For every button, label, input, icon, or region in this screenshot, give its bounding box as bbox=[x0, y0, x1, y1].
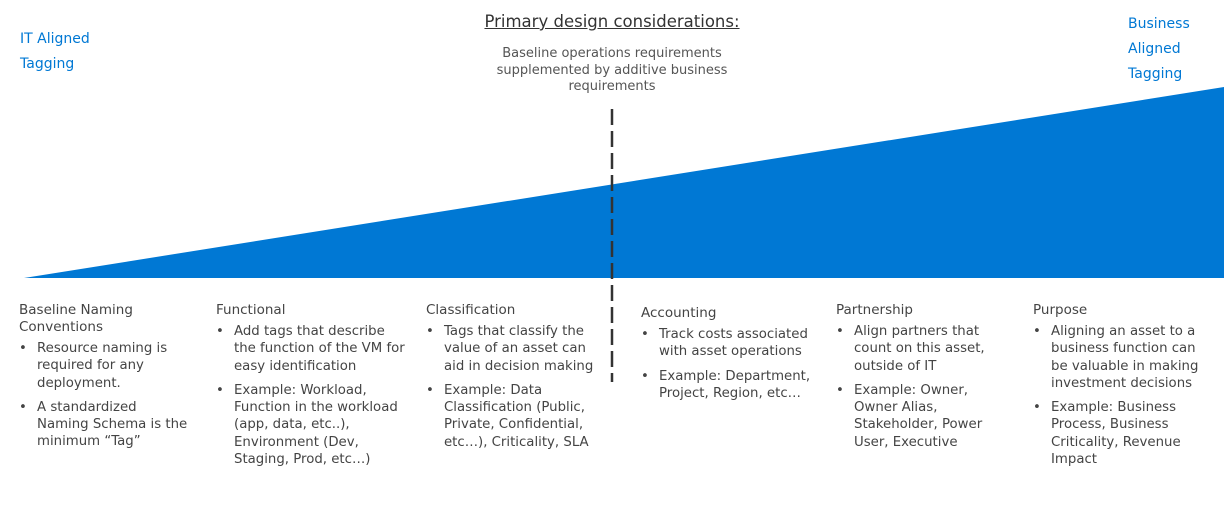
bullet-text: Resource naming is required for any depl… bbox=[37, 341, 168, 391]
bullet-icon: • bbox=[19, 399, 27, 415]
bullet-text: Track costs associated with asset operat… bbox=[659, 327, 808, 360]
bullet-text: Aligning an asset to a business function… bbox=[1051, 324, 1199, 391]
bullet-icon: • bbox=[426, 324, 434, 339]
column-heading: Classification bbox=[426, 302, 516, 318]
bullet-icon: • bbox=[19, 341, 27, 356]
bullet-icon: • bbox=[1033, 400, 1041, 416]
bullet-text: Example: Department, Project, Region, et… bbox=[659, 368, 811, 401]
diagram-subtitle: Baseline operations requirements supplem… bbox=[496, 46, 728, 94]
business-aligned-tagging-label: Business Aligned Tagging bbox=[1128, 12, 1190, 87]
bullet-icon: • bbox=[216, 382, 224, 398]
bullet-icon: • bbox=[836, 324, 844, 339]
bullet-text: Example: Owner, Owner Alias, Stakeholder… bbox=[854, 382, 983, 450]
label-line: IT Aligned bbox=[20, 31, 90, 47]
list-item: • Resource naming is required for any dep… bbox=[19, 340, 189, 392]
bullet-icon: • bbox=[426, 382, 434, 398]
bullet-text: Add tags that describe the function of t… bbox=[234, 324, 405, 374]
list-item: • Example: Data Classification (Public, P… bbox=[426, 382, 601, 451]
bullet-text: A standardized Naming Schema is the mini… bbox=[37, 399, 188, 450]
label-line: Aligned bbox=[1128, 41, 1181, 57]
bullet-text: Tags that classify the value of an asset… bbox=[444, 324, 594, 374]
list-item: • Align partners that count on this asset… bbox=[836, 323, 1001, 375]
bullet-text: Example: Workload, Function in the workl… bbox=[234, 382, 398, 468]
column-accounting: Accounting • Track costs associated with … bbox=[641, 305, 816, 409]
label-line: Tagging bbox=[1128, 66, 1183, 82]
bullet-icon: • bbox=[216, 324, 224, 339]
bullet-icon: • bbox=[836, 382, 844, 398]
list-item: • Track costs associated with asset opera… bbox=[641, 326, 816, 361]
column-heading: Functional bbox=[216, 302, 286, 318]
column-baseline-naming: Baseline Naming Conventions • Resource na… bbox=[19, 302, 189, 458]
list-item: • Add tags that describe the function of … bbox=[216, 323, 406, 375]
column-heading: Baseline Naming Conventions bbox=[19, 302, 133, 335]
list-item: • Tags that classify the value of an asse… bbox=[426, 323, 601, 375]
list-item: • Aligning an asset to a business functio… bbox=[1033, 323, 1211, 392]
bullet-text: Example: Business Process, Business Crit… bbox=[1051, 400, 1181, 468]
list-item: • A standardized Naming Schema is the min… bbox=[19, 399, 189, 451]
bullet-icon: • bbox=[641, 327, 649, 342]
bullet-text: Example: Data Classification (Public, Pr… bbox=[444, 382, 589, 450]
column-partnership: Partnership • Align partners that count o… bbox=[836, 302, 1001, 458]
list-item: • Example: Workload, Function in the work… bbox=[216, 382, 406, 468]
column-purpose: Purpose • Aligning an asset to a business… bbox=[1033, 302, 1211, 475]
list-item: • Example: Business Process, Business Cri… bbox=[1033, 399, 1211, 468]
column-heading: Partnership bbox=[836, 302, 913, 318]
it-aligned-tagging-label: IT Aligned Tagging bbox=[20, 27, 90, 77]
label-line: Business bbox=[1128, 16, 1190, 32]
column-classification: Classification • Tags that classify the v… bbox=[426, 302, 601, 458]
column-functional: Functional • Add tags that describe the f… bbox=[216, 302, 406, 475]
it-to-business-wedge bbox=[24, 87, 1224, 278]
column-heading: Purpose bbox=[1033, 302, 1088, 318]
bullet-icon: • bbox=[1033, 324, 1041, 339]
diagram-title: Primary design considerations: bbox=[484, 12, 740, 31]
list-item: • Example: Owner, Owner Alias, Stakeholde… bbox=[836, 382, 1001, 451]
column-heading: Accounting bbox=[641, 305, 717, 321]
bullet-text: Align partners that count on this asset,… bbox=[854, 324, 985, 374]
label-line: Tagging bbox=[20, 56, 75, 72]
list-item: • Example: Department, Project, Region, e… bbox=[641, 368, 816, 403]
bullet-icon: • bbox=[641, 368, 649, 384]
